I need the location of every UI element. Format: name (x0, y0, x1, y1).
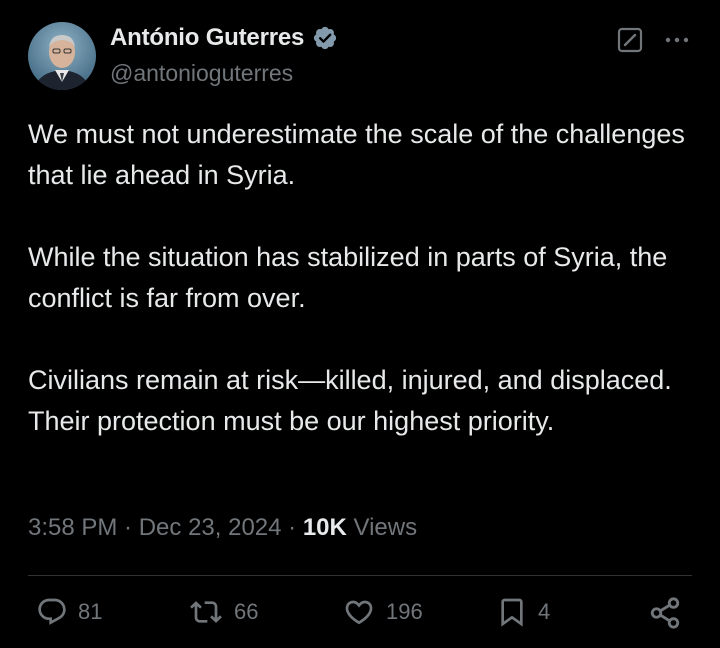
bookmark-button[interactable]: 4 (496, 596, 550, 628)
avatar[interactable] (28, 22, 96, 90)
post-date[interactable]: Dec 23, 2024 (139, 514, 282, 542)
views-label: Views (346, 514, 418, 541)
edit-icon[interactable] (616, 26, 644, 54)
post-paragraph: Civilians remain at risk—killed, injured… (28, 365, 672, 436)
like-button[interactable]: 196 (342, 596, 423, 628)
post-paragraph: We must not underestimate the scale of t… (28, 119, 685, 190)
author-display-name[interactable]: António Guterres (110, 24, 304, 52)
heart-icon (345, 600, 373, 625)
post-metadata: 3:58 PM · Dec 23, 2024 · 10K Views (28, 514, 417, 542)
views-count[interactable]: 10K (303, 514, 347, 542)
author-handle[interactable]: @antonioguterres (110, 60, 293, 87)
more-icon[interactable] (664, 30, 690, 50)
repost-count: 66 (234, 599, 259, 624)
post-paragraph: While the situation has stabilized in pa… (28, 242, 668, 313)
share-button[interactable] (648, 596, 682, 630)
divider (28, 575, 692, 576)
share-icon (650, 597, 680, 629)
meta-separator: · (281, 514, 303, 541)
action-bar: 81 66 196 4 (0, 596, 720, 636)
verified-badge-icon[interactable] (312, 25, 338, 51)
bookmark-icon (501, 598, 523, 627)
repost-icon (190, 601, 222, 623)
bookmark-count: 4 (538, 599, 551, 624)
author-name-row: António Guterres (110, 24, 338, 52)
reply-count: 81 (78, 599, 103, 624)
repost-button[interactable]: 66 (188, 596, 258, 628)
post-time[interactable]: 3:58 PM (28, 514, 117, 542)
meta-separator: · (117, 514, 139, 541)
post-text: We must not underestimate the scale of t… (28, 114, 698, 442)
like-count: 196 (386, 599, 423, 624)
reply-button[interactable]: 81 (36, 596, 102, 628)
reply-icon (38, 598, 66, 625)
post-card: António Guterres @antonioguterres We mus… (0, 0, 720, 648)
